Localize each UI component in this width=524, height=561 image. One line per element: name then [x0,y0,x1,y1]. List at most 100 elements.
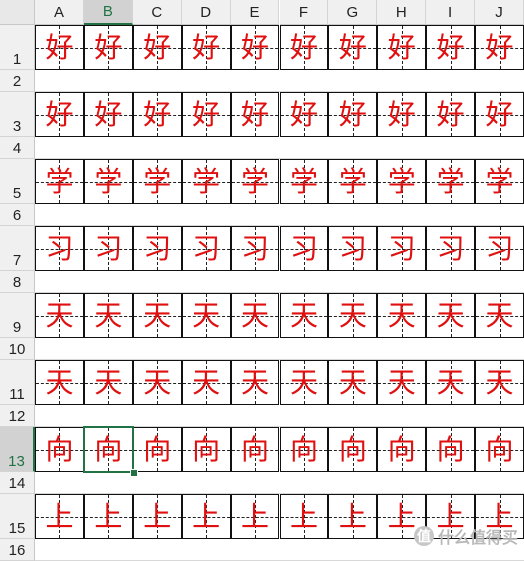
practice-cell-g13[interactable]: 向 [328,427,378,472]
practice-cell-c9[interactable]: 天 [132,293,182,338]
practice-cell-a13[interactable]: 向 [35,427,84,472]
practice-cell-b5[interactable]: 学 [83,159,133,204]
column-header-b[interactable]: B [83,0,133,25]
column-header-i[interactable]: I [426,0,476,25]
row-header-16[interactable]: 16 [0,539,35,561]
practice-cell-c1[interactable]: 好 [132,25,182,70]
practice-cell-a1[interactable]: 好 [35,25,84,70]
practice-cell-d1[interactable]: 好 [181,25,231,70]
practice-cell-d9[interactable]: 天 [181,293,231,338]
practice-cell-j9[interactable]: 天 [475,293,524,338]
column-header-f[interactable]: F [279,0,329,25]
practice-cell-f9[interactable]: 天 [279,293,329,338]
row-header-6[interactable]: 6 [0,204,35,226]
practice-cell-i7[interactable]: 习 [426,226,476,271]
practice-cell-d5[interactable]: 学 [181,159,231,204]
practice-cell-a5[interactable]: 学 [35,159,84,204]
row-header-8[interactable]: 8 [0,271,35,293]
practice-cell-f13[interactable]: 向 [279,427,329,472]
practice-cell-j7[interactable]: 习 [475,226,524,271]
practice-cell-b3[interactable]: 好 [83,92,133,137]
practice-cell-b11[interactable]: 天 [83,360,133,405]
practice-cell-g3[interactable]: 好 [328,92,378,137]
row-header-12[interactable]: 12 [0,405,35,427]
practice-cell-a3[interactable]: 好 [35,92,84,137]
practice-cell-d7[interactable]: 习 [181,226,231,271]
fill-handle[interactable] [129,469,138,477]
practice-cell-b9[interactable]: 天 [83,293,133,338]
practice-cell-h7[interactable]: 习 [377,226,427,271]
practice-cell-a11[interactable]: 天 [35,360,84,405]
spacer-row-2[interactable] [35,70,524,92]
practice-cell-f1[interactable]: 好 [279,25,329,70]
row-header-15[interactable]: 15 [0,494,35,539]
practice-cell-h3[interactable]: 好 [377,92,427,137]
row-header-14[interactable]: 14 [0,472,35,494]
practice-cell-j5[interactable]: 学 [475,159,524,204]
row-header-1[interactable]: 1 [0,25,35,70]
practice-cell-e13[interactable]: 向 [230,427,280,472]
column-header-e[interactable]: E [230,0,280,25]
row-header-4[interactable]: 4 [0,137,35,159]
practice-cell-c7[interactable]: 习 [132,226,182,271]
practice-cell-h1[interactable]: 好 [377,25,427,70]
practice-cell-d15[interactable]: 上 [181,494,231,539]
practice-cell-i13[interactable]: 向 [426,427,476,472]
practice-cell-h5[interactable]: 学 [377,159,427,204]
practice-cell-a7[interactable]: 习 [35,226,84,271]
practice-cell-i9[interactable]: 天 [426,293,476,338]
column-header-g[interactable]: G [328,0,378,25]
practice-cell-b15[interactable]: 上 [83,494,133,539]
practice-cell-g7[interactable]: 习 [328,226,378,271]
column-header-d[interactable]: D [181,0,231,25]
practice-cell-g15[interactable]: 上 [328,494,378,539]
practice-cell-g5[interactable]: 学 [328,159,378,204]
practice-cell-c11[interactable]: 天 [132,360,182,405]
column-header-j[interactable]: J [475,0,524,25]
practice-cell-g1[interactable]: 好 [328,25,378,70]
practice-cell-e7[interactable]: 习 [230,226,280,271]
column-header-a[interactable]: A [35,0,84,25]
column-header-h[interactable]: H [377,0,427,25]
practice-cell-c5[interactable]: 学 [132,159,182,204]
practice-cell-e11[interactable]: 天 [230,360,280,405]
practice-cell-c3[interactable]: 好 [132,92,182,137]
practice-cell-c13[interactable]: 向 [132,427,182,472]
practice-cell-f3[interactable]: 好 [279,92,329,137]
practice-cell-a15[interactable]: 上 [35,494,84,539]
practice-cell-g9[interactable]: 天 [328,293,378,338]
practice-cell-h9[interactable]: 天 [377,293,427,338]
column-header-c[interactable]: C [132,0,182,25]
row-header-10[interactable]: 10 [0,338,35,360]
practice-cell-e3[interactable]: 好 [230,92,280,137]
practice-cell-e1[interactable]: 好 [230,25,280,70]
practice-cell-c15[interactable]: 上 [132,494,182,539]
spacer-row-4[interactable] [35,137,524,159]
practice-cell-e15[interactable]: 上 [230,494,280,539]
row-header-11[interactable]: 11 [0,360,35,405]
practice-cell-f11[interactable]: 天 [279,360,329,405]
practice-cell-i3[interactable]: 好 [426,92,476,137]
practice-cell-h13[interactable]: 向 [377,427,427,472]
practice-cell-d11[interactable]: 天 [181,360,231,405]
select-all-corner[interactable] [0,0,35,25]
practice-cell-j1[interactable]: 好 [475,25,524,70]
spacer-row-6[interactable] [35,204,524,226]
row-header-9[interactable]: 9 [0,293,35,338]
practice-cell-f15[interactable]: 上 [279,494,329,539]
practice-cell-e5[interactable]: 学 [230,159,280,204]
row-header-5[interactable]: 5 [0,159,35,204]
spacer-row-12[interactable] [35,405,524,427]
practice-cell-f5[interactable]: 学 [279,159,329,204]
row-header-3[interactable]: 3 [0,92,35,137]
practice-cell-d13[interactable]: 向 [181,427,231,472]
row-header-2[interactable]: 2 [0,70,35,92]
practice-cell-i1[interactable]: 好 [426,25,476,70]
practice-cell-e9[interactable]: 天 [230,293,280,338]
spacer-row-10[interactable] [35,338,524,360]
spacer-row-14[interactable] [35,472,524,494]
practice-cell-a9[interactable]: 天 [35,293,84,338]
practice-cell-b1[interactable]: 好 [83,25,133,70]
practice-cell-j3[interactable]: 好 [475,92,524,137]
practice-cell-d3[interactable]: 好 [181,92,231,137]
